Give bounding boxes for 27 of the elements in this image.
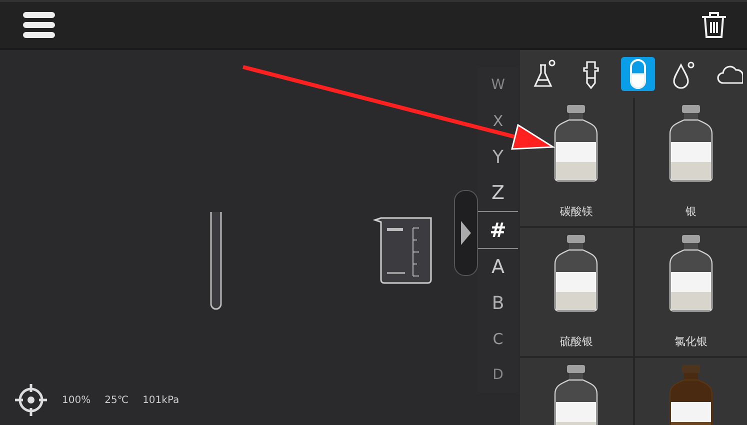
reagent-name: 碳酸镁 (560, 204, 593, 219)
status-reading: 25℃ (104, 394, 129, 406)
menu-icon[interactable] (23, 12, 55, 38)
index-letter[interactable]: Z (478, 175, 518, 211)
index-letter[interactable]: W (478, 67, 518, 103)
reagent-item[interactable]: 碳酸镁 (520, 98, 632, 226)
index-letter[interactable]: D (478, 357, 518, 393)
reagent-name: 硫酸银 (560, 334, 593, 349)
status-reading: 100% (62, 394, 91, 406)
reagent-bottle-drawing (666, 364, 715, 425)
trash-icon[interactable] (699, 10, 729, 40)
reagent-name: 银 (685, 204, 696, 219)
reagent-item[interactable]: 硫酸银 (520, 228, 632, 356)
reagent-item[interactable]: 银 (634, 98, 747, 226)
reagent-name: 氯化银 (674, 334, 708, 349)
status-reading: 101kPa (142, 394, 180, 406)
index-letter[interactable]: Y (478, 139, 518, 175)
index-letter[interactable]: X (478, 103, 518, 139)
target-icon[interactable] (14, 383, 48, 417)
triangle-icon (460, 220, 472, 246)
index-letter[interactable]: A (478, 249, 518, 285)
reagent-item[interactable]: 氯化银 (634, 228, 747, 356)
index-letter[interactable]: C (478, 321, 518, 357)
drawer-handle[interactable] (454, 190, 478, 276)
reagent-bottle-drawing (552, 364, 600, 425)
index-letter[interactable]: B (478, 285, 518, 321)
capsule-icon[interactable] (620, 57, 654, 91)
